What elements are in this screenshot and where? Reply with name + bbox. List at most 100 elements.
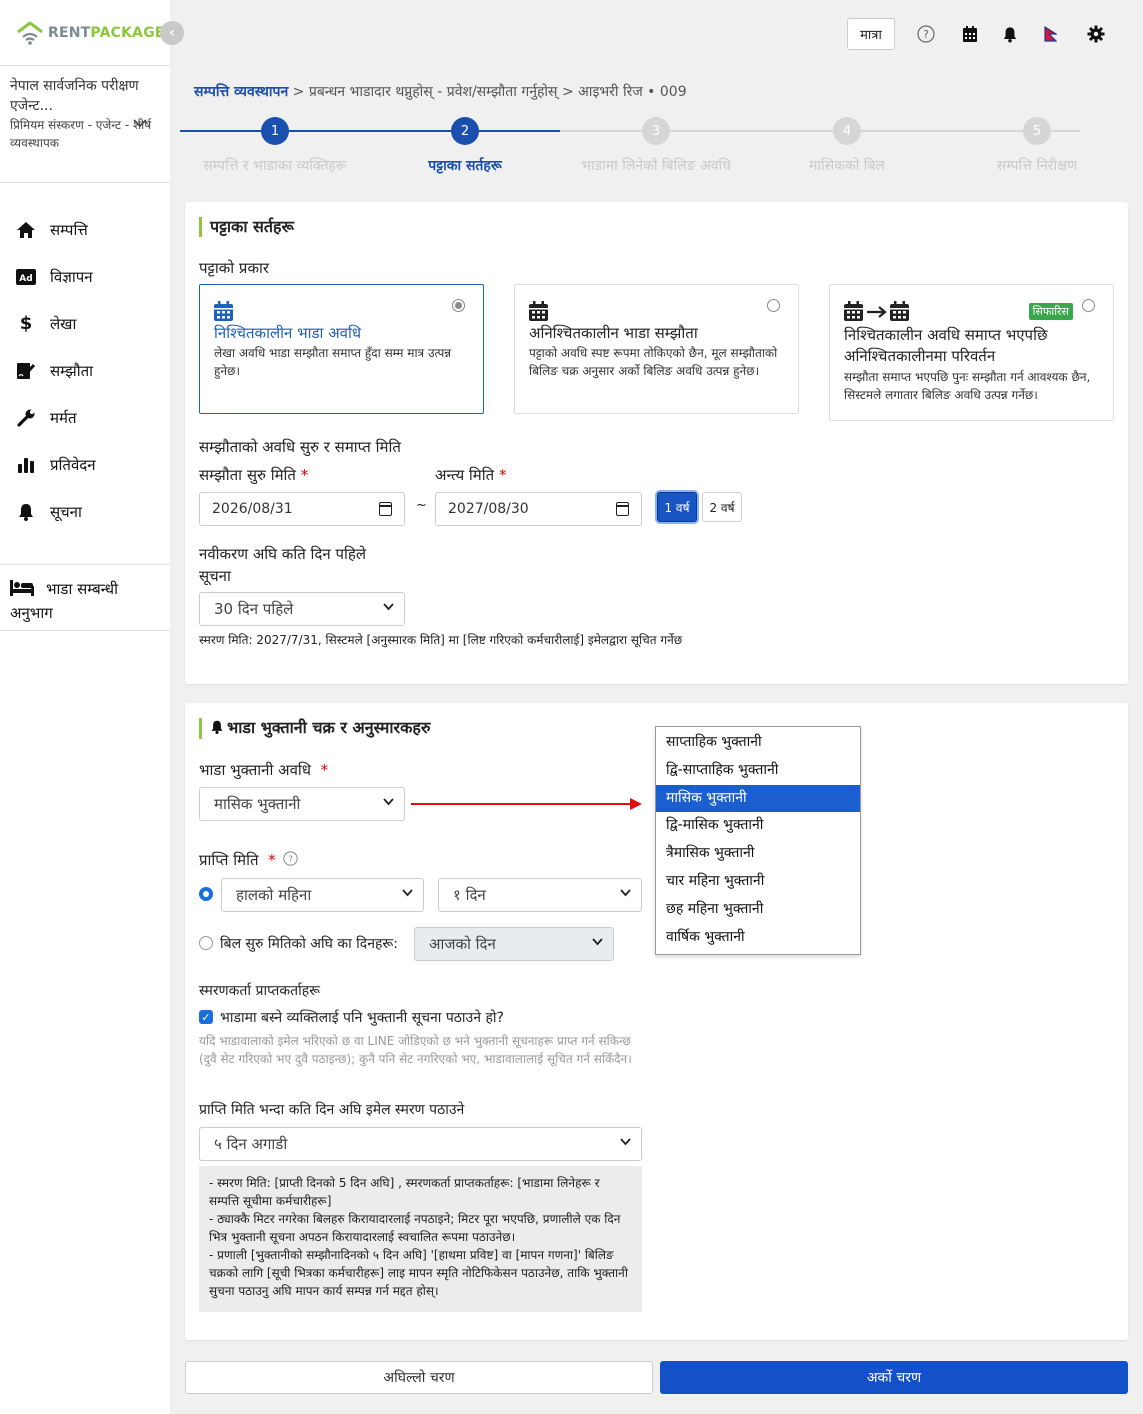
sidebar-item-label: लेखा bbox=[50, 314, 77, 333]
start-date-label: सम्झौता सुरु मिति * bbox=[199, 466, 309, 484]
dropdown-option[interactable]: द्वि-मासिक भुक्तानी bbox=[656, 812, 860, 840]
ad-icon: Ad bbox=[16, 267, 36, 287]
step-4-label: मासिकको बिल bbox=[809, 158, 885, 174]
renewal-notice-select[interactable]: 30 दिन पहिले bbox=[199, 592, 405, 626]
logo-house-icon bbox=[16, 20, 44, 46]
info-line: - ठ्याक्कै मिटर नगरेका बिलहरु किरायादारल… bbox=[209, 1212, 621, 1244]
breadcrumb-root-link[interactable]: सम्पत्ति व्यवस्थापन bbox=[194, 84, 288, 100]
info-line: - प्रणाली [भुक्तानीको सम्झौनादिनको ५ दिन… bbox=[209, 1248, 628, 1298]
sidebar-item-rental-section[interactable]: भाडा सम्बन्धी अनुभाग bbox=[10, 578, 160, 624]
reminder-info-box: - स्मरण मिति: [प्राप्ती दिनको 5 दिन अघि]… bbox=[199, 1166, 642, 1312]
nepal-flag-icon[interactable] bbox=[1040, 24, 1060, 44]
next-step-button[interactable]: अर्को चरण bbox=[660, 1361, 1128, 1394]
logo-rent-text: RENT bbox=[48, 25, 91, 41]
receive-current-month-radio[interactable] bbox=[199, 887, 213, 901]
org-switcher[interactable]: नेपाल सार्वजनिक परीक्षण एजेन्ट... प्रिमि… bbox=[10, 76, 155, 152]
calendar-icon[interactable] bbox=[616, 502, 629, 516]
step-5-circle: 5 bbox=[1023, 117, 1051, 145]
sidebar-nav: सम्पत्ति Ad विज्ञापन $ लेखा सम्झौता मर्म… bbox=[0, 206, 170, 535]
lease-type-label: पट्टाको प्रकार bbox=[199, 259, 269, 277]
sidebar-divider bbox=[0, 564, 170, 565]
two-year-button[interactable]: 2 वर्ष bbox=[702, 492, 742, 522]
before-days-select[interactable]: आजको दिन bbox=[414, 927, 614, 961]
chevron-down-icon bbox=[383, 601, 394, 614]
dropdown-option[interactable]: छह महिना भुक्तानी bbox=[656, 896, 860, 924]
receive-day-select[interactable]: १ दिन bbox=[438, 878, 642, 912]
payment-period-select[interactable]: मासिक भुक्तानी bbox=[199, 787, 405, 821]
notify-tenant-checkbox[interactable]: ✓ bbox=[199, 1010, 213, 1024]
notify-tenant-label[interactable]: भाडामा बस्ने व्यक्तिलाई पनि भुक्तानी सूच… bbox=[220, 1008, 504, 1027]
lease-option-radio[interactable] bbox=[767, 299, 780, 312]
calendar-icon[interactable] bbox=[379, 502, 392, 516]
before-days-label: बिल सुरु मितिको अघि का दिनहरू: bbox=[220, 936, 399, 952]
step-4-circle: 4 bbox=[833, 117, 861, 145]
email-reminder-days-value: ५ दिन अगाडी bbox=[214, 1135, 288, 1153]
end-date-value: 2027/08/30 bbox=[448, 501, 529, 517]
calendar-icon[interactable] bbox=[960, 24, 980, 44]
lease-terms-card: पट्टाका सर्तहरू पट्टाको प्रकार निश्चितका… bbox=[185, 202, 1128, 684]
start-date-input[interactable]: 2026/08/31 bbox=[199, 492, 405, 526]
chevron-down-icon bbox=[402, 887, 413, 900]
svg-text:Ad: Ad bbox=[19, 274, 32, 284]
annotation-arrow-line bbox=[411, 803, 633, 805]
dropdown-option[interactable]: त्रैमासिक भुक्तानी bbox=[656, 840, 860, 868]
end-date-label-text: अन्त्य मिति bbox=[435, 466, 495, 484]
dropdown-option[interactable]: साप्ताहिक भुक्तानी bbox=[656, 729, 860, 757]
org-name: नेपाल सार्वजनिक परीक्षण एजेन्ट... bbox=[10, 78, 139, 114]
dropdown-option[interactable]: चार महिना भुक्तानी bbox=[656, 868, 860, 896]
bar-chart-icon bbox=[16, 455, 36, 475]
lease-option-radio[interactable] bbox=[452, 299, 465, 312]
sidebar-item-label: सम्झौता bbox=[50, 361, 94, 380]
step-1-label[interactable]: सम्पत्ति र भाडाका व्यक्तिहरू bbox=[203, 156, 347, 175]
sidebar-item-ads[interactable]: Ad विज्ञापन bbox=[0, 253, 170, 300]
one-year-button[interactable]: 1 वर्ष bbox=[657, 492, 697, 522]
section-title: भाडा भुक्तानी चक्र र अनुस्मारकहरु bbox=[199, 718, 430, 739]
step-1-circle[interactable]: 1 bbox=[261, 117, 289, 145]
calendar-icon bbox=[529, 301, 548, 325]
receive-month-select[interactable]: हालको महिना bbox=[221, 878, 424, 912]
end-date-input[interactable]: 2027/08/30 bbox=[435, 492, 642, 526]
svg-text:?: ? bbox=[288, 854, 293, 865]
sidebar-item-reports[interactable]: प्रतिवेदन bbox=[0, 441, 170, 488]
chevron-down-icon bbox=[592, 936, 603, 949]
previous-step-button[interactable]: अघिल्लो चरण bbox=[185, 1361, 653, 1394]
calendar-icon bbox=[214, 301, 233, 325]
logo[interactable]: RENTPACKAGE bbox=[16, 18, 165, 48]
sidebar-item-contracts[interactable]: सम्झौता bbox=[0, 347, 170, 394]
dollar-icon: $ bbox=[19, 313, 33, 334]
sidebar-item-label: विज्ञापन bbox=[50, 267, 93, 286]
help-icon[interactable]: ? bbox=[283, 851, 298, 870]
gear-icon[interactable] bbox=[1086, 24, 1106, 44]
dropdown-option[interactable]: वार्षिक भुक्तानी bbox=[656, 924, 860, 952]
dropdown-option[interactable]: द्वि-साप्ताहिक भुक्तानी bbox=[656, 757, 860, 785]
chevron-down-icon bbox=[383, 796, 394, 809]
step-2-label[interactable]: पट्टाका सर्तहरू bbox=[428, 156, 501, 175]
email-reminder-days-select[interactable]: ५ दिन अगाडी bbox=[199, 1127, 642, 1161]
bell-icon bbox=[16, 502, 36, 522]
sidebar-collapse-button[interactable]: ‹ bbox=[160, 21, 184, 45]
recommended-badge: सिफारिस bbox=[1028, 303, 1073, 320]
dropdown-option-selected[interactable]: मासिक भुक्तानी bbox=[656, 784, 860, 813]
logo-package-text: PACKAGE bbox=[90, 25, 165, 41]
receive-before-days-radio[interactable] bbox=[199, 936, 213, 950]
lease-option-fixed-then-indefinite[interactable]: सिफारिस निश्चितकालीन अवधि समाप्त भएपछि अ… bbox=[829, 284, 1114, 421]
chevron-down-icon[interactable] bbox=[133, 116, 147, 132]
home-icon bbox=[16, 220, 36, 240]
step-5-label: सम्पत्ति निरीक्षण bbox=[996, 158, 1078, 174]
info-line: - स्मरण मिति: [प्राप्ती दिनको 5 दिन अघि]… bbox=[209, 1176, 600, 1208]
wrench-icon bbox=[16, 408, 36, 428]
sidebar-item-maintenance[interactable]: मर्मत bbox=[0, 394, 170, 441]
sidebar-item-property[interactable]: सम्पत्ति bbox=[0, 206, 170, 253]
sidebar-item-notices[interactable]: सूचना bbox=[0, 488, 170, 535]
payment-period-label: भाडा भुक्तानी अवधि * bbox=[199, 761, 329, 779]
sidebar-item-label: सम्पत्ति bbox=[50, 220, 88, 239]
trip-button[interactable]: मात्रा bbox=[847, 18, 895, 50]
lease-option-indefinite[interactable]: अनिश्चितकालीन भाडा सम्झौता पट्टाको अवधि … bbox=[514, 284, 799, 414]
lease-option-fixed[interactable]: निश्चितकालीन भाडा अवधि लेखा अवधि भाडा सम… bbox=[199, 284, 484, 414]
help-icon[interactable]: ? bbox=[916, 24, 936, 44]
sidebar-item-accounts[interactable]: $ लेखा bbox=[0, 300, 170, 347]
breadcrumb-rest: > प्रबन्धन भाडादार थप्नुहोस् - प्रवेश/सम… bbox=[288, 84, 687, 100]
lease-option-radio[interactable] bbox=[1082, 299, 1095, 312]
bell-icon[interactable] bbox=[1000, 24, 1020, 44]
step-2-circle[interactable]: 2 bbox=[451, 117, 479, 145]
